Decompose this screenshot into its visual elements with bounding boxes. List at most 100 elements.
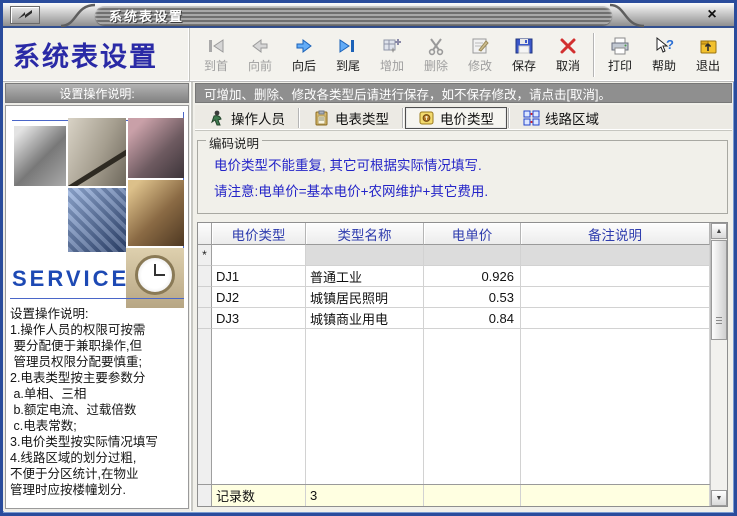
tab-label: 电表类型 [335,108,389,128]
cell-note[interactable] [521,245,710,266]
row-selector[interactable]: * [198,245,212,266]
app-window: 系统表设置 × 系统表设置 到首 向前 [0,0,737,516]
cell-type-name[interactable] [306,245,424,266]
sidebar-title: 设置操作说明: [5,83,189,103]
tab-separator [298,108,300,128]
collage-image-pen [68,118,126,186]
scroll-thumb[interactable] [711,240,727,340]
row-selector[interactable] [198,287,212,308]
tab-label: 线路区域 [545,108,599,128]
toolbar-button-modify: 修改 [458,31,502,79]
grid-scrollbar[interactable]: ▲ ▼ [710,223,727,506]
tab-line-area[interactable]: 线路区域 [511,107,611,129]
instruction-line: c.电表常数; [10,418,188,434]
toolbar-button-exit[interactable]: 退出 [686,31,730,79]
row-selector[interactable] [198,308,212,329]
main-area: 可增加、删除、修改各类型后请进行保存，如不保存修改，请点击[取消]。 操作人员 [193,82,734,511]
scroll-down-icon: ▼ [716,495,723,502]
cell-unit-price[interactable]: 0.926 [424,266,521,287]
column-header-note: 备注说明 [521,223,710,245]
toolbar-button-print[interactable]: 打印 [598,31,642,79]
price-type-icon [418,110,435,126]
next-icon [293,36,315,56]
toolbar-button-last[interactable]: 到尾 [326,31,370,79]
tab-label: 电价类型 [440,108,494,128]
instruction-line: 管理时应按楼幢划分. [10,482,188,498]
sidebar-instructions: 设置操作说明: 1.操作人员的权限可按需 要分配便于兼职操作,但 管理员权限分配… [10,306,188,498]
collage-image-tool [14,126,66,186]
modify-edit-icon [469,36,491,56]
record-count-label: 记录数 [212,485,306,506]
cell-note[interactable] [521,287,710,308]
scroll-down-button[interactable]: ▼ [711,490,727,506]
table-row[interactable]: DJ2 城镇居民照明 0.53 [198,287,710,308]
page-title: 系统表设置 [3,28,190,81]
grid-inner: 电价类型 类型名称 电单价 备注说明 * [198,223,710,506]
cell-price-type[interactable] [212,245,306,266]
cell-price-type[interactable]: DJ1 [212,266,306,287]
cell-price-type[interactable]: DJ3 [212,308,306,329]
table-row[interactable]: DJ3 城镇商业用电 0.84 [198,308,710,329]
cell-note[interactable] [521,266,710,287]
collage-image-keyboard [68,188,126,252]
to-first-icon [205,36,227,56]
tab-operators[interactable]: 操作人员 [197,107,297,129]
instruction-line: 管理员权限分配要慎重; [10,354,188,370]
cell-unit-price[interactable]: 0.84 [424,308,521,329]
add-record-icon [381,36,403,56]
to-last-icon [337,36,359,56]
scroll-up-button[interactable]: ▲ [711,223,727,239]
groupbox-encoding: 编码说明 电价类型不能重复, 其它可根据实际情况填写. 请注意:电单价=基本电价… [197,140,728,214]
close-button[interactable]: × [698,6,726,24]
tab-label: 操作人员 [231,108,285,128]
cell-price-type[interactable]: DJ2 [212,287,306,308]
tab-meter-type[interactable]: 电表类型 [301,107,401,129]
scroll-up-icon: ▲ [716,228,723,235]
collage-image-handshake [128,180,184,246]
body: 设置操作说明: SERVICE 设置操作说明: [3,82,734,511]
line-area-icon [523,110,540,126]
row-selector[interactable] [198,266,212,287]
record-count-value: 3 [306,485,424,506]
note-line: 电价类型不能重复, 其它可根据实际情况填写. [206,153,719,179]
save-floppy-icon [513,36,535,56]
cell-unit-price[interactable] [424,245,521,266]
cell-type-name[interactable]: 城镇居民照明 [306,287,424,308]
toolbar-button-next[interactable]: 向后 [282,31,326,79]
tab-price-type[interactable]: 电价类型 [405,107,507,129]
exit-icon [697,36,719,56]
toolbar: 到首 向前 向后 到尾 [190,28,734,81]
toolbar-button-help[interactable]: ? 帮助 [642,31,686,79]
grid-new-row[interactable]: * [198,245,710,266]
instruction-line: 3.电价类型按实际情况填写 [10,434,188,450]
cell-type-name[interactable]: 普通工业 [306,266,424,287]
price-type-grid: 电价类型 类型名称 电单价 备注说明 * [197,222,728,507]
grid-header-row: 电价类型 类型名称 电单价 备注说明 [198,223,710,245]
window-title: 系统表设置 [95,6,184,25]
operator-icon [209,110,226,126]
toolbar-button-cancel[interactable]: 取消 [546,31,590,79]
toolbar-button-add: 增加 [370,31,414,79]
toolbar-button-first: 到首 [194,31,238,79]
close-icon: × [707,6,716,24]
table-row[interactable]: DJ1 普通工业 0.926 [198,266,710,287]
cell-note[interactable] [521,308,710,329]
tab-separator [508,108,510,128]
collage-image-pocket-watch [126,248,184,308]
tab-separator [402,108,404,128]
scroll-thumb-grip [716,317,722,325]
tab-bar: 操作人员 电表类型 [195,105,732,131]
cell-type-name[interactable]: 城镇商业用电 [306,308,424,329]
svg-text:?: ? [666,37,674,52]
meter-type-icon [313,110,330,126]
titlebar-swoosh-right [606,3,646,28]
title-bar[interactable]: 系统表设置 × [3,3,734,28]
prev-icon [249,36,271,56]
toolbar-button-save[interactable]: 保存 [502,31,546,79]
instruction-line: a.单相、三相 [10,386,188,402]
collage-image-instruments [128,118,184,178]
cell-unit-price[interactable]: 0.53 [424,287,521,308]
decor-line-bottom [10,298,184,299]
toolbar-button-prev: 向前 [238,31,282,79]
instruction-line: b.额定电流、过载倍数 [10,402,188,418]
